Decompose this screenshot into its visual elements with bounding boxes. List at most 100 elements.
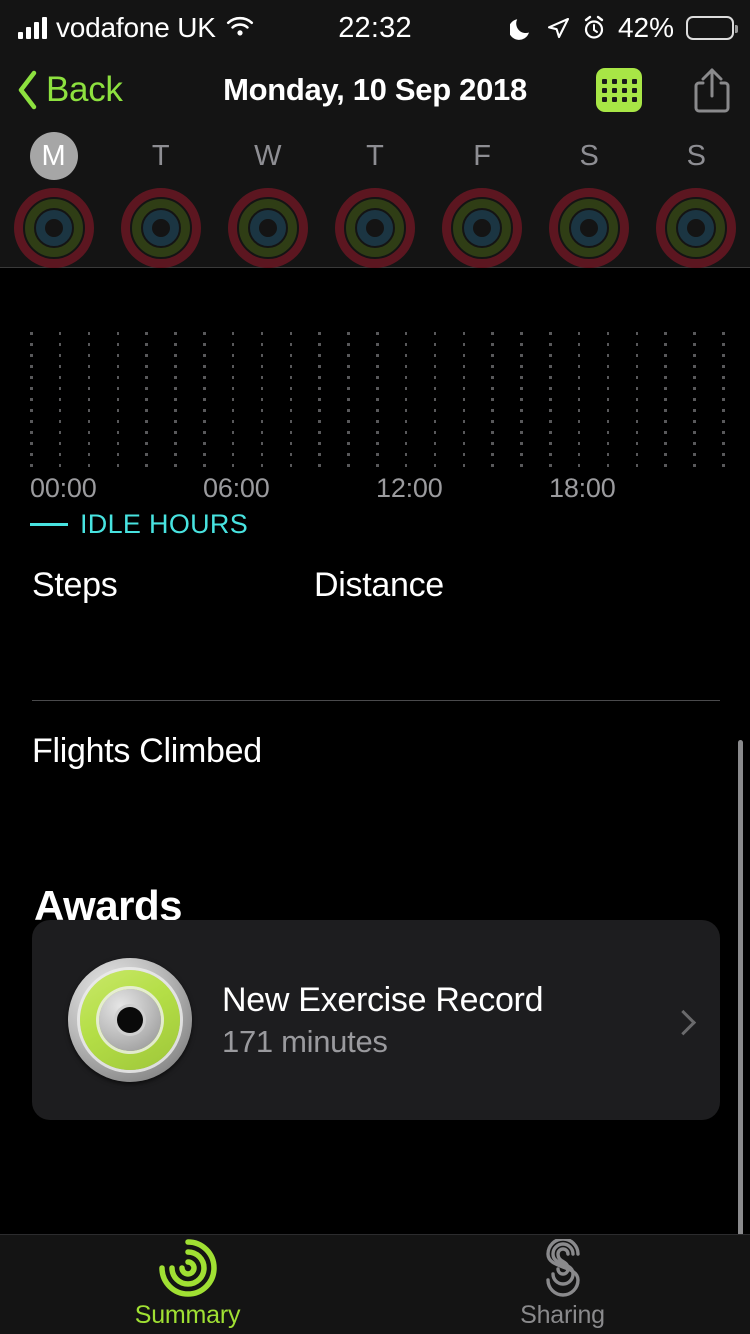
grid-dot <box>520 365 523 368</box>
grid-dot <box>606 464 610 467</box>
grid-dot <box>174 398 177 401</box>
grid-dot <box>58 431 62 434</box>
grid-dot <box>318 387 321 390</box>
navigation-bar: Back Monday, 10 Sep 2018 <box>0 56 750 124</box>
grid-dot <box>577 420 581 423</box>
week-day-5[interactable]: S <box>536 124 643 270</box>
grid-dot <box>289 398 292 401</box>
grid-dot <box>376 365 379 368</box>
grid-dot <box>433 453 437 456</box>
grid-dot <box>260 343 264 346</box>
calendar-icon[interactable] <box>596 68 642 112</box>
grid-dot <box>722 442 725 445</box>
grid-dot <box>433 409 437 412</box>
grid-dot <box>116 398 119 401</box>
grid-dot <box>174 420 177 423</box>
award-text: New Exercise Record 171 minutes <box>222 981 543 1060</box>
tab-summary[interactable]: Summary <box>0 1235 375 1334</box>
status-bar-right: 42% <box>509 12 738 44</box>
grid-dot <box>462 420 465 423</box>
grid-dot <box>116 442 119 445</box>
grid-dot <box>462 376 465 379</box>
grid-dot <box>404 365 408 368</box>
grid-dot <box>635 431 638 434</box>
grid-dot <box>376 464 379 467</box>
grid-dot <box>289 332 292 335</box>
idle-hours-chart: 00:00 06:00 12:00 18:00 IDLE HOURS <box>0 332 750 540</box>
activity-rings-icon <box>333 186 417 270</box>
grid-dot <box>549 453 552 456</box>
grid-dot <box>664 354 667 357</box>
grid-dot <box>549 343 552 346</box>
week-day-1[interactable]: T <box>107 124 214 270</box>
grid-dot <box>260 398 264 401</box>
tab-sharing[interactable]: Sharing <box>375 1235 750 1334</box>
grid-dot <box>203 343 206 346</box>
grid-dot <box>693 453 696 456</box>
grid-dot <box>231 365 235 368</box>
grid-dot <box>347 387 350 390</box>
grid-dot <box>462 332 465 335</box>
activity-rings-icon <box>547 186 631 270</box>
grid-dot <box>491 431 494 434</box>
grid-dot <box>289 376 292 379</box>
grid-dot <box>174 442 177 445</box>
award-subtitle: 171 minutes <box>222 1023 388 1059</box>
tab-summary-label: Summary <box>134 1301 241 1329</box>
grid-dot <box>116 365 119 368</box>
grid-dot <box>722 398 725 401</box>
grid-dot <box>203 464 206 467</box>
grid-dot <box>174 332 177 335</box>
grid-dot <box>30 453 33 456</box>
grid-dot <box>549 365 552 368</box>
x-axis-tick-0: 00:00 <box>30 473 97 503</box>
week-day-2[interactable]: W <box>214 124 321 270</box>
award-card-new-exercise-record[interactable]: New Exercise Record 171 minutes <box>32 920 720 1120</box>
grid-dot <box>58 464 62 467</box>
grid-dot <box>174 387 177 390</box>
grid-dot <box>577 387 581 390</box>
grid-dot <box>145 409 148 412</box>
grid-dot <box>606 365 610 368</box>
week-day-letter: S <box>686 140 706 172</box>
week-day-0[interactable]: M <box>0 124 107 270</box>
grid-dot <box>635 387 638 390</box>
grid-dot <box>289 365 292 368</box>
week-day-4[interactable]: F <box>429 124 536 270</box>
grid-dot <box>174 453 177 456</box>
grid-dot <box>491 343 494 346</box>
week-day-3[interactable]: T <box>321 124 428 270</box>
grid-dot <box>145 398 148 401</box>
grid-dot <box>116 332 119 335</box>
grid-dot <box>549 376 552 379</box>
grid-dot <box>549 354 552 357</box>
grid-dot <box>693 409 696 412</box>
week-day-6[interactable]: S <box>643 124 750 270</box>
grid-dot <box>260 365 264 368</box>
legend-line-marker <box>30 523 68 526</box>
grid-dot <box>664 343 667 346</box>
grid-dot <box>433 464 437 467</box>
grid-dot <box>145 453 148 456</box>
grid-dot <box>231 431 235 434</box>
award-title: New Exercise Record <box>222 980 544 1019</box>
week-day-letter: T <box>151 140 170 172</box>
grid-dot <box>577 442 581 445</box>
grid-dot <box>520 464 523 467</box>
grid-dot <box>231 343 235 346</box>
grid-dot <box>549 409 552 412</box>
grid-dot <box>145 354 148 357</box>
grid-dot <box>549 398 552 401</box>
grid-dot <box>318 343 321 346</box>
share-icon[interactable] <box>690 65 734 115</box>
grid-dot <box>520 453 523 456</box>
grid-dot <box>318 464 321 467</box>
activity-rings-icon <box>654 186 738 270</box>
grid-dot <box>722 409 725 412</box>
grid-dot <box>347 398 350 401</box>
grid-dot <box>433 365 437 368</box>
vertical-scrollbar[interactable] <box>738 740 743 1240</box>
grid-dot <box>347 409 350 412</box>
grid-dot <box>462 365 465 368</box>
grid-dot <box>491 464 494 467</box>
